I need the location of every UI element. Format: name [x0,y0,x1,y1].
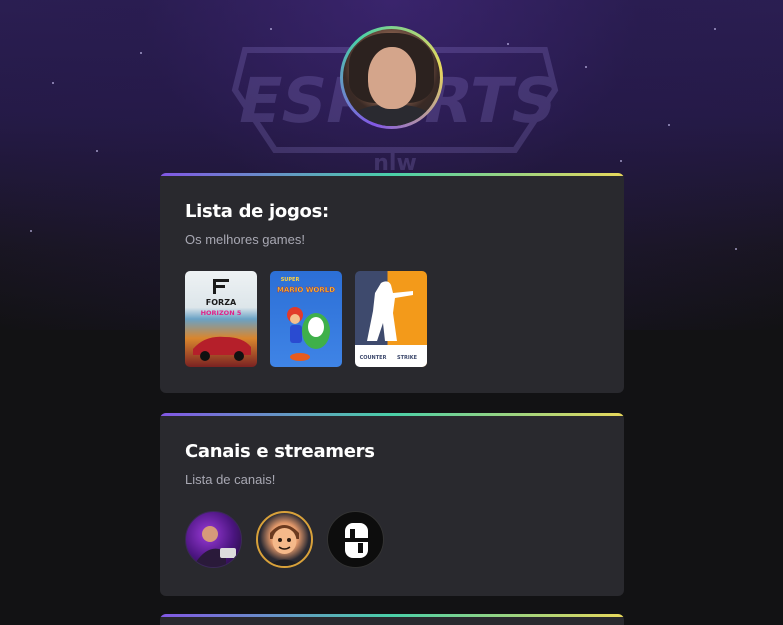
svg-text:FORZA: FORZA [206,298,237,307]
svg-text:HORIZON 5: HORIZON 5 [201,309,242,317]
streamer-1-icon [196,526,236,567]
streamers-list [185,511,599,568]
svg-text:STRIKE: STRIKE [397,355,418,361]
game-counter-strike[interactable]: COUNTER STRIKE [355,271,427,367]
mario-cover-icon: SUPER MARIO WORLD [277,277,335,361]
profile-photo [343,29,440,126]
streamers-card: Canais e streamers Lista de canais! [160,413,624,596]
svg-text:MARIO WORLD: MARIO WORLD [277,286,335,294]
svg-text:SUPER: SUPER [281,277,300,283]
games-card-title: Lista de jogos: [185,201,329,222]
channel-logo-icon [340,523,373,558]
game-super-mario-world[interactable]: SUPER MARIO WORLD [270,271,342,367]
forza-cover-icon: FORZA HORIZON 5 [193,279,251,361]
streamers-card-title: Canais e streamers [185,441,375,462]
streamer-avatar-2[interactable] [256,511,313,568]
streamers-card-subtitle: Lista de canais! [185,472,276,487]
profile-avatar [340,26,443,129]
streamer-2-icon [268,525,301,566]
streamer-avatar-1[interactable] [185,511,242,568]
next-card [160,614,624,625]
svg-text:COUNTER: COUNTER [360,355,387,361]
streamer-avatar-3[interactable] [327,511,384,568]
game-forza-horizon-5[interactable]: FORZA HORIZON 5 [185,271,257,367]
games-card-subtitle: Os melhores games! [185,232,305,247]
games-card: Lista de jogos: Os melhores games! FORZA… [160,173,624,393]
counter-strike-cover-icon: COUNTER STRIKE [355,281,427,367]
games-list: FORZA HORIZON 5 SUPER MARIO WORLD COUNTE… [185,271,599,367]
